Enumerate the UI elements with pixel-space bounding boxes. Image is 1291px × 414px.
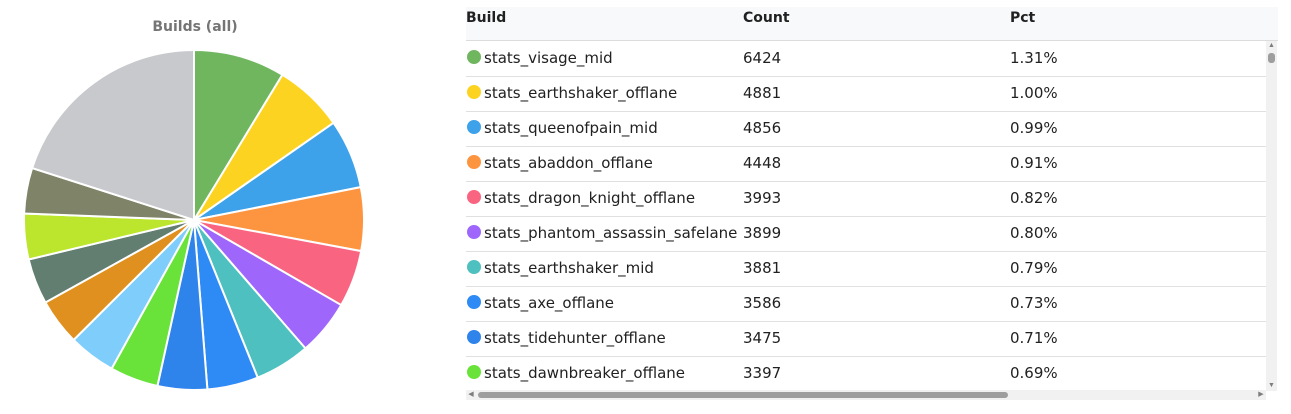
series-color-dot [467, 365, 481, 379]
builds-table: Build Count Pct stats_visage_mid 6424 1.31… [466, 7, 1278, 400]
header-count[interactable]: Count [743, 10, 790, 26]
pie-svg [23, 48, 365, 391]
table-row[interactable]: stats_dawnbreaker_offlane 3397 0.69% [466, 356, 1266, 391]
scroll-right-icon[interactable]: ▶ [1256, 390, 1266, 400]
build-name: stats_axe_offlane [484, 294, 615, 312]
build-count: 3993 [743, 189, 782, 207]
series-color-dot [467, 120, 481, 134]
series-color-dot [467, 50, 481, 64]
horizontal-scrollbar[interactable]: ◀ ▶ [466, 390, 1266, 400]
build-pct: 0.82% [1010, 189, 1058, 207]
vertical-scroll-thumb[interactable] [1268, 53, 1275, 63]
scroll-up-icon[interactable]: ▲ [1266, 41, 1277, 51]
series-color-dot [467, 85, 481, 99]
build-count: 3881 [743, 259, 782, 277]
build-name: stats_dragon_knight_offlane [484, 189, 696, 207]
build-count: 6424 [743, 49, 782, 67]
build-name: stats_earthshaker_mid [484, 259, 654, 277]
table-row[interactable]: stats_visage_mid 6424 1.31% [466, 41, 1266, 77]
series-color-dot [467, 260, 481, 274]
build-pct: 0.79% [1010, 259, 1058, 277]
vertical-scrollbar[interactable]: ▲ ▼ [1266, 41, 1277, 391]
series-color-dot [467, 225, 481, 239]
build-pct: 1.00% [1010, 84, 1058, 102]
build-count: 4856 [743, 119, 782, 137]
horizontal-scroll-thumb[interactable] [478, 392, 1008, 398]
build-name: stats_queenofpain_mid [484, 119, 658, 137]
table-row[interactable]: stats_dragon_knight_offlane 3993 0.82% [466, 181, 1266, 217]
table-row[interactable]: stats_axe_offlane 3586 0.73% [466, 286, 1266, 322]
build-count: 3475 [743, 329, 782, 347]
build-name: stats_visage_mid [484, 49, 613, 67]
build-count: 3397 [743, 364, 782, 382]
series-color-dot [467, 155, 481, 169]
table-row[interactable]: stats_phantom_assassin_safelane 3899 0.80% [466, 216, 1266, 252]
build-count: 4881 [743, 84, 782, 102]
build-count: 3899 [743, 224, 782, 242]
scroll-down-icon[interactable]: ▼ [1266, 381, 1277, 391]
build-name: stats_tidehunter_offlane [484, 329, 666, 347]
build-name: stats_abaddon_offlane [484, 154, 653, 172]
build-pct: 0.73% [1010, 294, 1058, 312]
header-pct[interactable]: Pct [1010, 10, 1035, 26]
table-row[interactable]: stats_earthshaker_mid 3881 0.79% [466, 251, 1266, 287]
header-build[interactable]: Build [466, 10, 506, 26]
build-pct: 0.80% [1010, 224, 1058, 242]
build-pct: 1.31% [1010, 49, 1058, 67]
build-name: stats_phantom_assassin_safelane [484, 224, 738, 242]
series-color-dot [467, 330, 481, 344]
build-count: 3586 [743, 294, 782, 312]
build-name: stats_earthshaker_offlane [484, 84, 678, 102]
table-header: Build Count Pct [466, 7, 1278, 41]
table-row[interactable]: stats_earthshaker_offlane 4881 1.00% [466, 76, 1266, 112]
series-color-dot [467, 295, 481, 309]
build-name: stats_dawnbreaker_offlane [484, 364, 686, 382]
build-pct: 0.69% [1010, 364, 1058, 382]
build-count: 4448 [743, 154, 782, 172]
builds-pie-chart: Builds (all) [0, 0, 390, 414]
scroll-left-icon[interactable]: ◀ [466, 390, 476, 400]
build-pct: 0.71% [1010, 329, 1058, 347]
build-pct: 0.91% [1010, 154, 1058, 172]
build-pct: 0.99% [1010, 119, 1058, 137]
table-row[interactable]: stats_abaddon_offlane 4448 0.91% [466, 146, 1266, 182]
table-row[interactable]: stats_tidehunter_offlane 3475 0.71% [466, 321, 1266, 357]
series-color-dot [467, 190, 481, 204]
table-row[interactable]: stats_queenofpain_mid 4856 0.99% [466, 111, 1266, 147]
table-body: stats_visage_mid 6424 1.31% stats_earthshak… [466, 41, 1266, 391]
